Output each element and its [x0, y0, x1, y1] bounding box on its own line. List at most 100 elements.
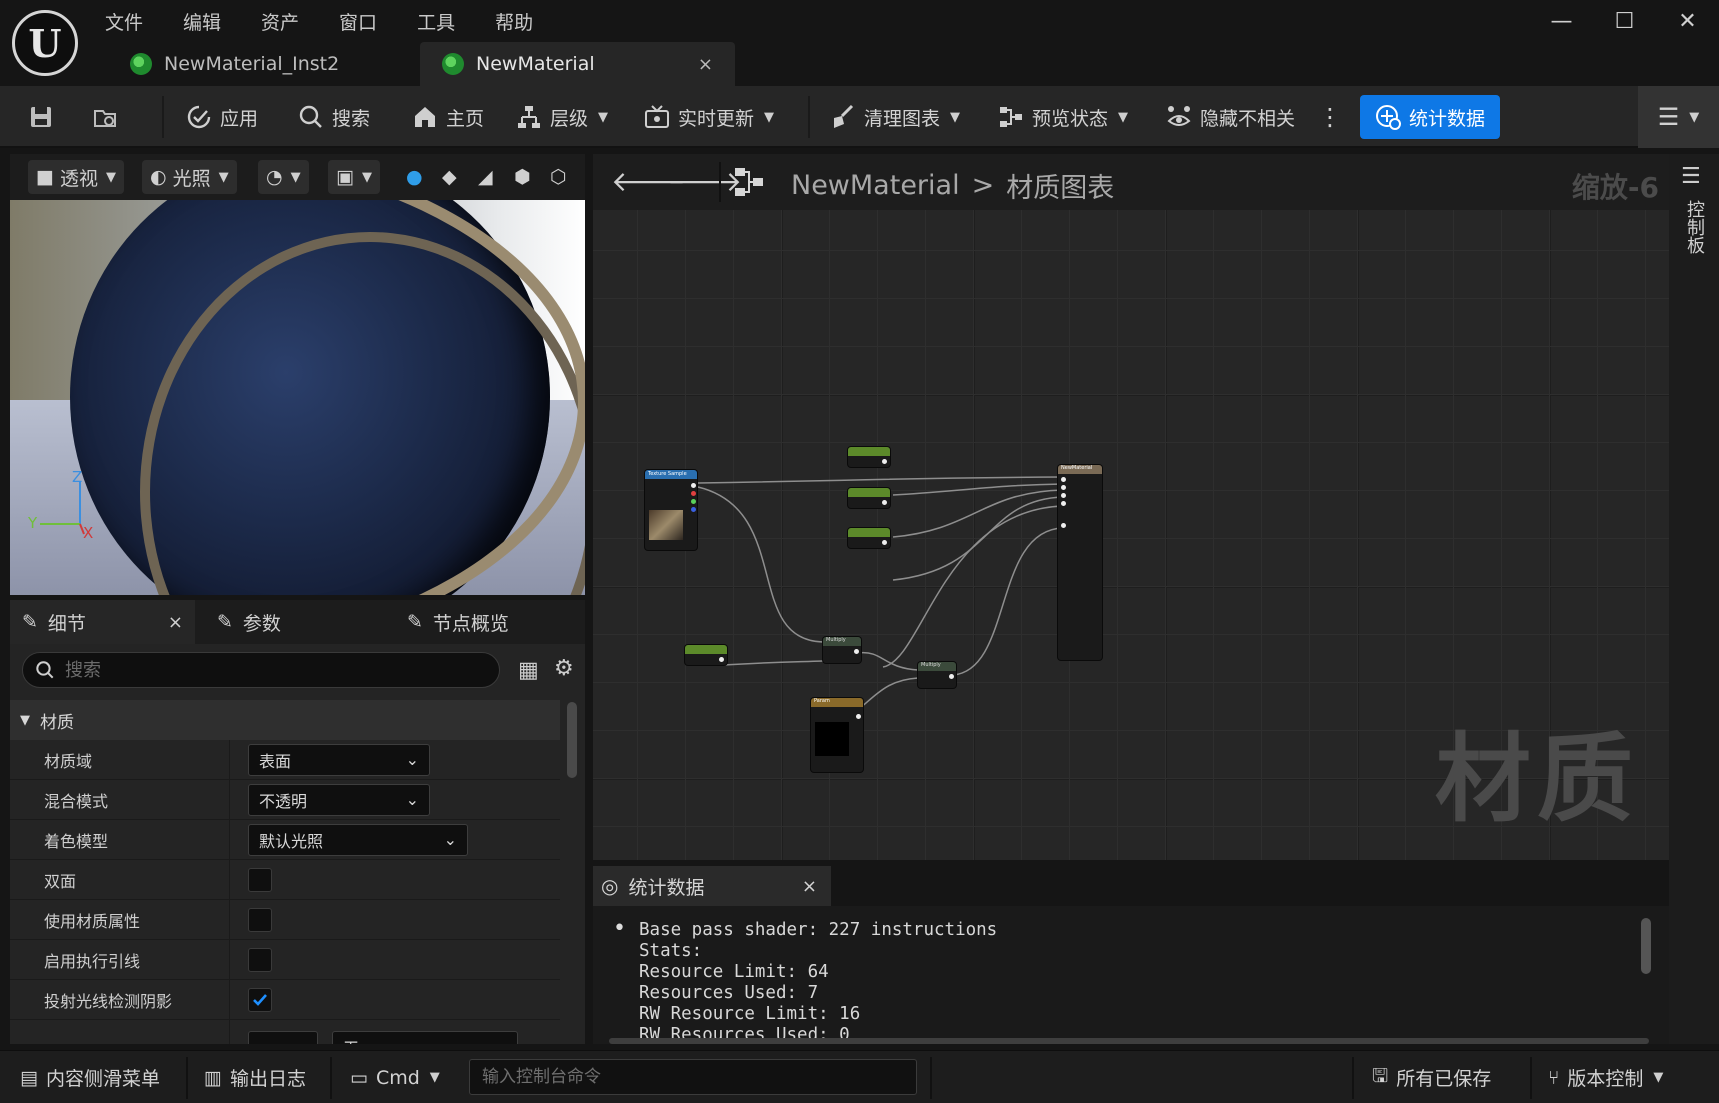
menu-file[interactable]: 文件 — [105, 8, 143, 35]
two-sided-checkbox[interactable] — [248, 867, 272, 892]
output-pin[interactable] — [691, 507, 696, 512]
live-update-button[interactable]: 实时更新 ▼ — [644, 86, 774, 148]
plane-preview-button[interactable]: ◢ — [470, 160, 501, 194]
save-button[interactable] — [28, 86, 54, 148]
clean-graph-button[interactable]: 清理图表 ▼ — [830, 86, 960, 148]
param-node[interactable] — [848, 488, 890, 508]
details-search-input[interactable] — [65, 659, 465, 681]
tab-details[interactable]: ✎ 细节 × — [10, 600, 195, 644]
live-update-label: 实时更新 — [678, 107, 755, 130]
content-drawer-icon: ▤ — [20, 1066, 38, 1089]
search-button[interactable]: 搜索 — [298, 86, 370, 148]
blend-mode-dropdown[interactable]: 不透明 ⌄ — [248, 783, 430, 816]
material-graph-canvas[interactable]: Texture Sample Multiply Multiply Param N… — [593, 210, 1669, 860]
close-window-button[interactable]: ✕ — [1656, 0, 1719, 42]
apply-button[interactable]: 应用 — [186, 86, 258, 148]
stats-button[interactable]: 统计数据 — [1360, 95, 1500, 139]
output-pin[interactable] — [691, 491, 696, 496]
plane-icon: ◢ — [478, 166, 493, 188]
cube-preview-button[interactable]: ⬢ — [506, 160, 539, 194]
chevron-down-icon: ▼ — [950, 109, 961, 125]
show-flags-icon: ◔ — [266, 166, 283, 188]
gear-icon[interactable]: ⚙ — [554, 656, 574, 681]
toolbar-separator — [162, 96, 164, 138]
hierarchy-button[interactable]: 层级 ▼ — [516, 86, 608, 148]
minimize-button[interactable]: — — [1530, 0, 1593, 42]
perspective-button[interactable]: ■ 透视 ▼ — [28, 160, 124, 194]
mesh-icon: ⬡ — [550, 166, 567, 188]
cmd-dropdown[interactable]: ▭ Cmd ▼ — [350, 1051, 440, 1103]
output-pin[interactable] — [691, 499, 696, 504]
cylinder-preview-button[interactable]: ◆ — [434, 160, 465, 194]
multiply-node[interactable]: Multiply — [918, 662, 956, 688]
show-flags-button[interactable]: ◔ ▼ — [258, 160, 309, 194]
param-node[interactable] — [848, 528, 890, 548]
menu-asset[interactable]: 资产 — [261, 8, 299, 35]
partial-input[interactable] — [248, 1030, 318, 1044]
source-control-button[interactable]: ⑂ 版本控制 ▼ — [1548, 1051, 1663, 1103]
material-result-node[interactable]: NewMaterial — [1058, 465, 1102, 660]
details-search[interactable] — [22, 652, 500, 688]
home-button[interactable]: 主页 — [412, 86, 484, 148]
close-stats-button[interactable]: × — [802, 876, 817, 897]
section-material-label: 材质 — [40, 712, 74, 733]
unreal-logo-icon[interactable]: U — [12, 10, 78, 76]
tab-newmaterial[interactable]: NewMaterial × — [420, 42, 735, 86]
shading-model-dropdown[interactable]: 默认光照 ⌄ — [248, 823, 468, 856]
more-options-button[interactable]: ⋮ — [1318, 86, 1342, 148]
close-tab-button[interactable]: × — [698, 54, 713, 75]
section-material[interactable]: ▼ 材质 — [10, 700, 560, 740]
stats-scrollbar[interactable] — [1641, 918, 1651, 974]
menu-tools[interactable]: 工具 — [417, 8, 455, 35]
chevron-down-icon: ▼ — [429, 1070, 440, 1085]
multiply-node[interactable]: Multiply — [823, 637, 861, 663]
image-icon: ▣ — [336, 166, 354, 188]
output-log-button[interactable]: ▥ 输出日志 — [204, 1051, 306, 1103]
material-preview-viewport[interactable]: Z Y X — [10, 200, 585, 595]
tab-node-overview-label: 节点概览 — [432, 612, 509, 635]
partial-dropdown[interactable]: 无 — [332, 1030, 518, 1044]
stats-horizontal-scrollbar[interactable] — [609, 1038, 1649, 1044]
material-icon — [442, 53, 464, 75]
tab-node-overview[interactable]: ✎ 节点概览 — [395, 600, 521, 644]
lighting-button[interactable]: ◐ 光照 ▼ — [142, 160, 237, 194]
console-command-input[interactable] — [469, 1059, 917, 1095]
all-saved-button[interactable]: 🖫 所有已保存 — [1372, 1051, 1491, 1103]
output-pin[interactable] — [691, 483, 696, 488]
background-button[interactable]: ▣ ▼ — [328, 160, 380, 194]
param-node[interactable] — [848, 447, 890, 467]
enable-exec-wire-checkbox[interactable] — [248, 947, 272, 972]
camera-icon: ■ — [36, 166, 54, 188]
home-label: 主页 — [446, 107, 485, 130]
menu-window[interactable]: 窗口 — [339, 8, 377, 35]
separator — [930, 1057, 932, 1099]
param-node[interactable] — [685, 645, 727, 665]
maximize-button[interactable]: ☐ — [1593, 0, 1656, 42]
table-view-icon[interactable]: ▦ — [518, 658, 539, 683]
hide-unrelated-button[interactable]: 隐藏不相关 — [1166, 86, 1295, 148]
list-icon[interactable]: ☰ — [1681, 164, 1701, 189]
details-scrollbar[interactable] — [567, 702, 577, 778]
axis-gizmo: Z Y X — [28, 468, 93, 538]
tab-parameters[interactable]: ✎ 参数 — [205, 600, 293, 644]
param-texture-node[interactable]: Param — [811, 698, 863, 772]
custom-mesh-preview-button[interactable]: ⬡ — [542, 160, 575, 194]
window-controls: — ☐ ✕ — [1530, 0, 1719, 42]
texture-sample-node[interactable]: Texture Sample — [645, 470, 697, 550]
cast-ray-traced-shadows-checkbox[interactable] — [248, 987, 272, 1012]
use-material-attributes-checkbox[interactable] — [248, 907, 272, 932]
content-drawer-button[interactable]: ▤ 内容侧滑菜单 — [20, 1051, 160, 1103]
sphere-preview-button[interactable]: ● — [398, 160, 431, 194]
tab-stats[interactable]: ◎ 统计数据 × — [593, 866, 831, 906]
menu-help[interactable]: 帮助 — [495, 8, 533, 35]
preview-state-button[interactable]: 预览状态 ▼ — [998, 86, 1128, 148]
browse-button[interactable] — [92, 86, 118, 148]
palette-tab[interactable]: 控制板 — [1681, 200, 1707, 254]
menu-edit[interactable]: 编辑 — [183, 8, 221, 35]
material-domain-dropdown[interactable]: 表面 ⌄ — [248, 743, 430, 776]
close-details-button[interactable]: × — [168, 612, 183, 633]
forward-arrow-icon[interactable]: 🡒 — [667, 164, 742, 198]
breadcrumb-root[interactable]: NewMaterial — [791, 170, 960, 201]
tab-newmaterial-inst2[interactable]: NewMaterial_Inst2 — [108, 42, 418, 86]
hamburger-menu-button[interactable]: ☰ ▼ — [1638, 86, 1719, 148]
